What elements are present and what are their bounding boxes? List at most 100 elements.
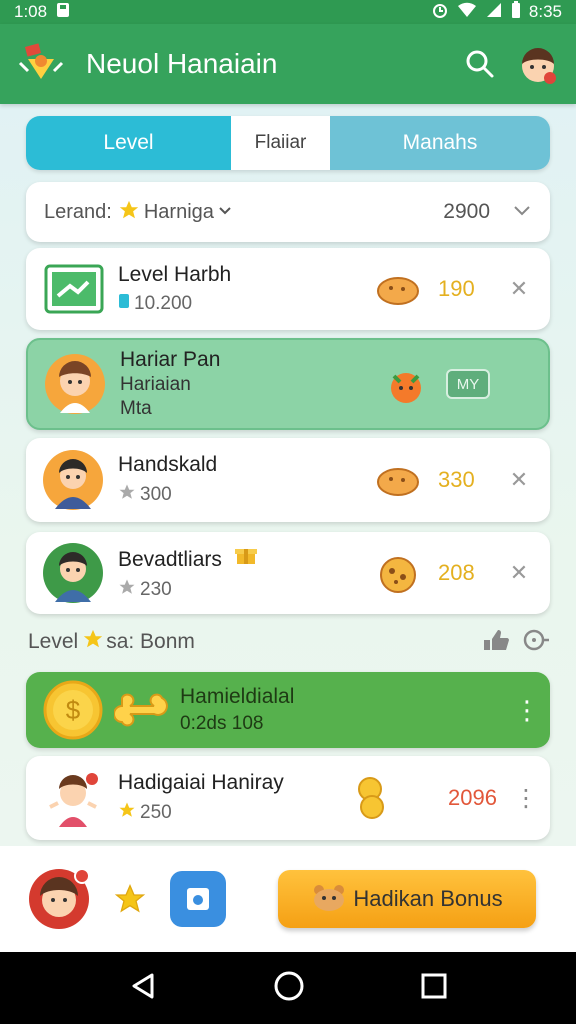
row-text: Hadigaiai Haniray 250 [118, 771, 354, 825]
row-text: Hariar Pan Hariaian Mta [120, 348, 384, 420]
wifi-icon [457, 1, 477, 24]
star-icon [82, 628, 104, 656]
status-time-right: 8:35 [528, 2, 562, 21]
bread-icon [376, 462, 420, 498]
avatar [44, 353, 106, 415]
row-name: Bevadtliars [118, 544, 376, 572]
status-right: 8:35 [431, 0, 562, 24]
app-title: Neuol Hanaiain [86, 48, 278, 79]
row-sub-value: 10.200 [134, 293, 193, 314]
recents-icon[interactable] [420, 972, 448, 1005]
status-badge: MY [446, 369, 490, 399]
status-bar: 1:08 8:35 [0, 0, 576, 24]
close-icon[interactable]: ✕ [504, 276, 534, 302]
row-sub2: Mta [120, 398, 152, 419]
home-icon[interactable] [273, 970, 305, 1007]
filter-score: 2900 [443, 200, 490, 223]
row-sub-value: 250 [140, 802, 172, 823]
star-icon [118, 483, 136, 507]
system-nav-bar [0, 952, 576, 1024]
list-item-highlighted[interactable]: Hariar Pan Hariaian Mta MY [26, 338, 550, 430]
bonus-button[interactable]: Hadikan Bonus [278, 870, 536, 928]
row-text: Level Harbh 10.200 [118, 263, 376, 315]
thumbs-up-icon[interactable] [482, 628, 510, 657]
row-name: Handskald [118, 453, 218, 476]
row-sub: 250 [118, 801, 354, 825]
bread-icon [376, 271, 420, 307]
star-icon[interactable] [114, 883, 146, 915]
section-title: Level sa: Bonm [28, 628, 195, 656]
more-vert-icon[interactable]: ⋮ [514, 784, 538, 813]
row-sub: 10.200 [118, 293, 376, 315]
level-image-icon [42, 258, 104, 320]
coin-stack-icon [354, 775, 390, 821]
alarm-icon [431, 1, 449, 24]
row-name: Hadigaiai Haniray [118, 771, 284, 794]
star-icon [118, 199, 140, 226]
battery-icon [511, 0, 521, 24]
row-name: Hamieldialal [180, 685, 295, 708]
filter-label: Lerand: [44, 200, 112, 223]
chat-icon[interactable] [522, 628, 550, 657]
cat-pet-icon [384, 366, 428, 403]
row-score: 330 [438, 467, 475, 492]
row-score: 2096 [448, 785, 497, 810]
back-icon[interactable] [128, 971, 158, 1006]
row-text: Handskald 300 [118, 453, 376, 507]
avatar [42, 449, 104, 511]
bear-icon [311, 882, 347, 917]
row-text: Hamieldialal 0:2ds 108 [180, 685, 514, 735]
section-title-a: Level [28, 630, 79, 653]
gallery-button[interactable] [170, 871, 226, 927]
list-item[interactable]: Level Harbh 10.200 190 ✕ [26, 248, 550, 330]
filter-value: Harniga [143, 200, 214, 223]
row-score: 190 [438, 276, 475, 301]
token-icon [118, 293, 130, 315]
gift-box-icon [234, 548, 258, 571]
close-icon[interactable]: ✕ [504, 560, 534, 586]
status-left: 1:08 [14, 2, 71, 23]
star-icon [118, 578, 136, 602]
row-sub-value: 230 [140, 579, 172, 600]
photo-icon [187, 888, 209, 910]
row-sub: Hariaian [120, 374, 191, 395]
cookie-icon [376, 555, 420, 593]
row-name: Level Harbh [118, 263, 232, 286]
chevron-down-icon [218, 203, 232, 222]
row-name-label: Bevadtliars [118, 548, 222, 571]
tab-level[interactable]: Level [26, 116, 231, 170]
tab-manahs[interactable]: Manahs [330, 116, 550, 170]
more-vert-icon[interactable]: ⋮ [514, 695, 540, 726]
list-item[interactable]: Bevadtliars 230 208 ✕ [26, 532, 550, 614]
section-title-b: sa: Bonm [106, 630, 195, 653]
profile-avatar[interactable] [516, 42, 560, 86]
section-actions [482, 628, 550, 657]
row-sub: 300 [118, 483, 376, 507]
list-item[interactable]: Hadigaiai Haniray 250 2096 ⋮ [26, 756, 550, 840]
list-item[interactable]: Handskald 300 330 ✕ [26, 438, 550, 522]
status-time-left: 1:08 [14, 2, 48, 21]
tab-bar: Level Flaiiar Manahs [26, 116, 550, 170]
avatar [42, 542, 104, 604]
row-sub: 230 [118, 578, 376, 602]
row-sub-value: 300 [140, 484, 172, 505]
row-name: Hariar Pan [120, 348, 221, 371]
chevron-down-icon[interactable] [512, 200, 532, 225]
sd-card-icon [55, 2, 71, 23]
app-logo-icon [16, 39, 66, 89]
app-bar: Neuol Hanaiain [0, 24, 576, 104]
row-sub: 0:2ds 108 [180, 713, 264, 734]
search-button[interactable] [458, 42, 502, 86]
filter-dropdown[interactable]: Lerand: Harniga 2900 [26, 182, 550, 242]
bonus-item[interactable]: $ Hamieldialal 0:2ds 108 ⋮ [26, 672, 550, 748]
bottom-panel: Hadikan Bonus [0, 846, 576, 952]
avatar [42, 767, 104, 829]
tab-flaiiar[interactable]: Flaiiar [231, 116, 330, 170]
row-text: Bevadtliars 230 [118, 544, 376, 602]
close-icon[interactable]: ✕ [504, 467, 534, 493]
star-icon [118, 801, 136, 825]
status-badge-label: MY [456, 375, 480, 393]
user-avatar[interactable] [26, 866, 92, 932]
coin-icon: $ [42, 679, 104, 741]
bonus-button-label: Hadikan Bonus [353, 886, 503, 911]
